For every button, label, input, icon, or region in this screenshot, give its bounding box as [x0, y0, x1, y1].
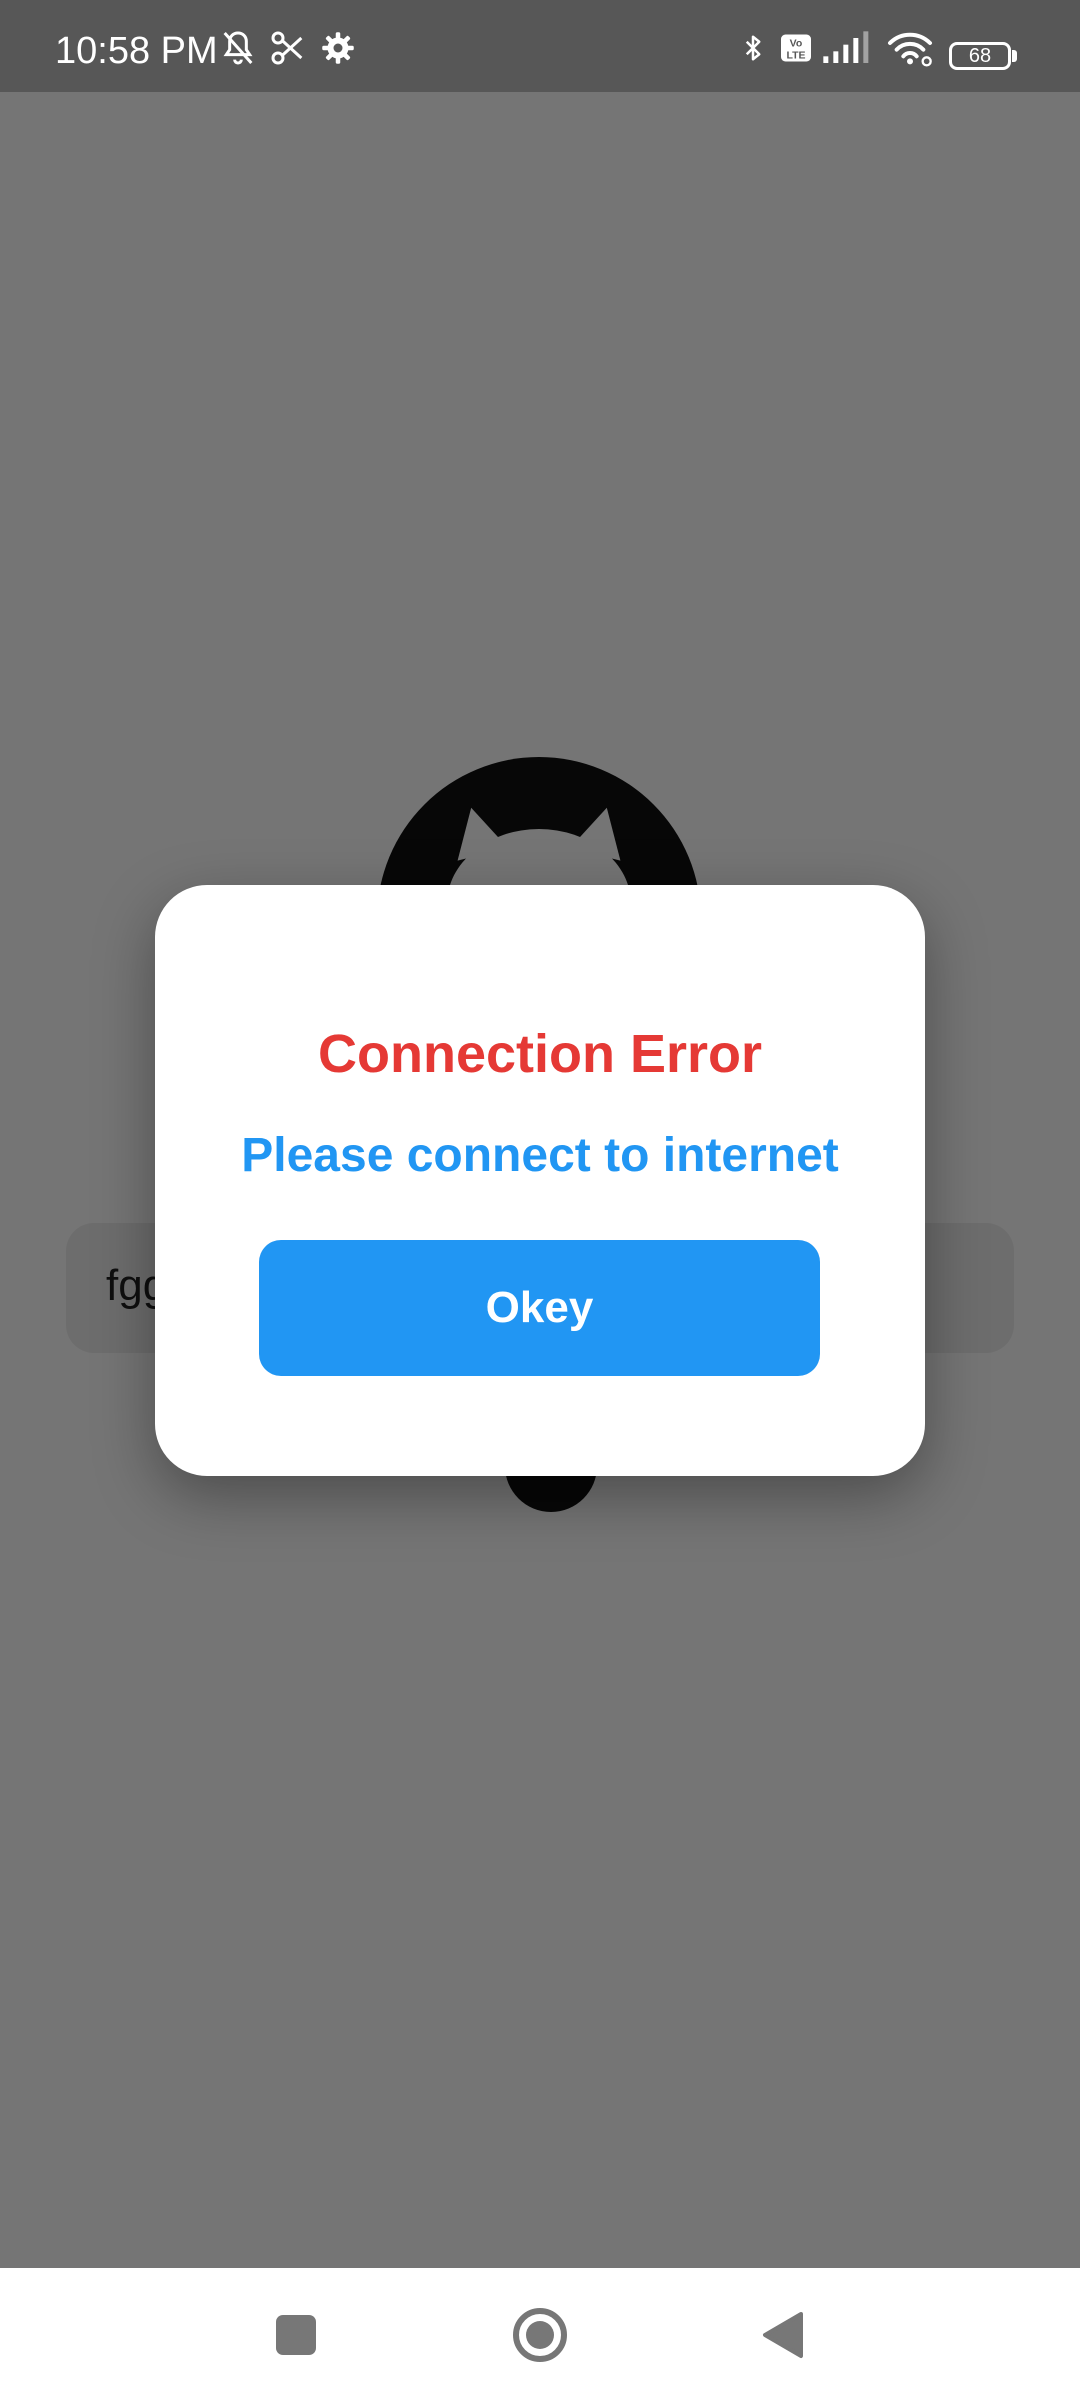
battery-icon: 68 [949, 42, 1011, 70]
back-button[interactable] [751, 2302, 817, 2368]
muted-bell-icon [223, 31, 253, 65]
volte-icon: Vo LTE [781, 34, 811, 62]
dialog-message: Please connect to internet [241, 1129, 839, 1182]
scissors-icon [271, 31, 303, 65]
svg-text:Vo: Vo [790, 38, 803, 50]
status-time: 10:58 PM [55, 30, 218, 72]
dialog-title: Connection Error [317, 1024, 763, 1084]
recents-square-icon [276, 2315, 316, 2355]
status-bar: 10:58 PM Vo LTE 68 [0, 0, 1080, 92]
bluetooth-icon [745, 35, 761, 61]
recents-button[interactable] [263, 2302, 329, 2368]
screen: fgg 10:58 PM [0, 0, 1080, 2400]
home-circle-dot [526, 2321, 554, 2349]
back-triangle-icon [763, 2312, 803, 2358]
svg-text:LTE: LTE [786, 50, 805, 62]
gear-icon [322, 32, 354, 64]
navigation-bar [0, 2268, 1080, 2400]
wifi-icon [888, 32, 932, 67]
home-button[interactable] [507, 2302, 573, 2368]
connection-error-dialog: Connection Error Please connect to inter… [155, 885, 925, 1476]
okey-button[interactable]: Okey [259, 1240, 820, 1376]
battery-tip [1012, 50, 1017, 62]
cellular-signal-icon [823, 31, 869, 63]
